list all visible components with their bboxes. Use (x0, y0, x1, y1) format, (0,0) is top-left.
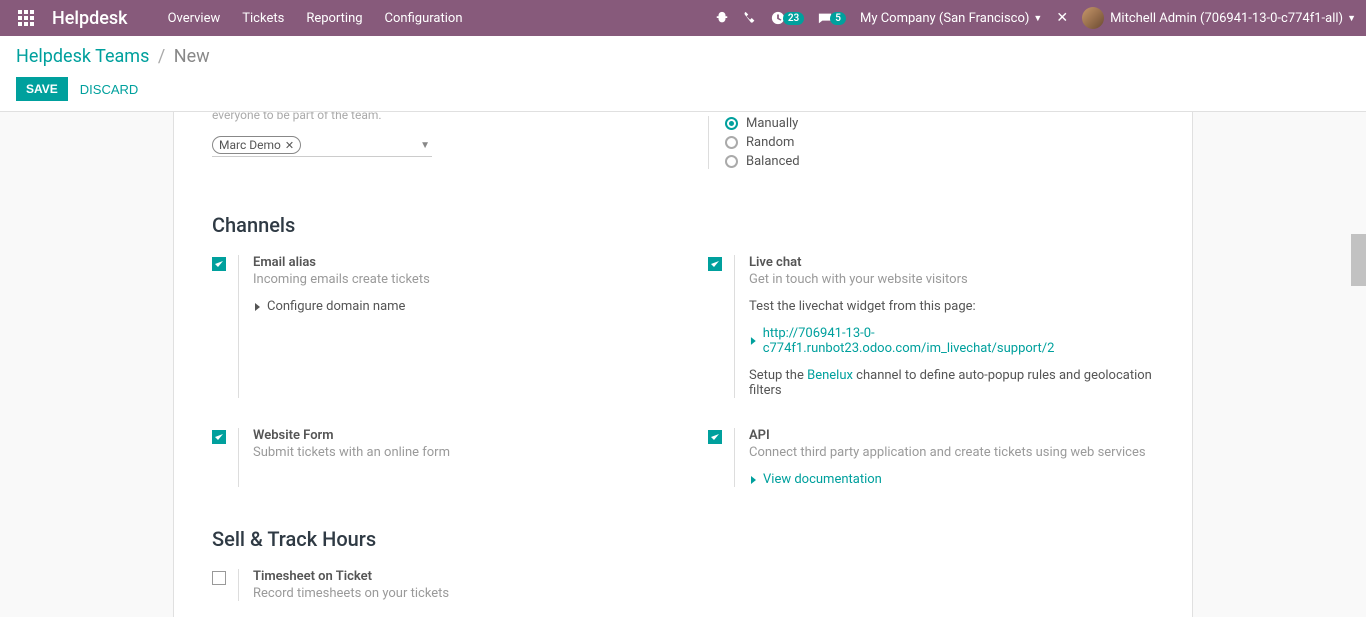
breadcrumb-current: New (174, 46, 210, 67)
checkbox-timesheet[interactable] (212, 571, 226, 585)
api-title: API (749, 428, 1154, 443)
email-alias-desc: Incoming emails create tickets (253, 272, 658, 287)
livechat-url-link[interactable]: http://706941-13-0-c774f1.runbot23.odoo.… (749, 326, 1154, 356)
chevron-down-icon: ▼ (1347, 13, 1356, 24)
radio-manually[interactable]: Manually (725, 116, 1154, 131)
checkbox-email-alias[interactable] (212, 257, 226, 271)
breadcrumb: Helpdesk Teams / New (16, 46, 1350, 67)
website-form-title: Website Form (253, 428, 658, 443)
assignment-method-group: Manually Random Balanced (708, 116, 1154, 169)
chevron-down-icon: ▼ (1033, 13, 1042, 24)
form-sheet: everyone to be part of the team. Marc De… (173, 112, 1193, 617)
configure-domain-link[interactable]: Configure domain name (253, 299, 658, 314)
tag-marc-demo: Marc Demo ✕ (212, 136, 301, 154)
team-members-input[interactable]: Marc Demo ✕ ▼ (212, 134, 432, 157)
form-scroll-area[interactable]: everyone to be part of the team. Marc De… (0, 112, 1366, 617)
save-button[interactable]: SAVE (16, 77, 68, 101)
messages-count: 5 (830, 12, 846, 25)
radio-icon (725, 136, 738, 149)
phone-icon[interactable] (743, 11, 757, 25)
livechat-desc: Get in touch with your website visitors (749, 272, 1154, 287)
section-channels: Channels (212, 213, 1154, 237)
debug-icon[interactable] (715, 11, 729, 25)
user-menu[interactable]: Mitchell Admin (706941-13-0-c774f1-all)▼ (1082, 7, 1356, 29)
avatar (1082, 7, 1104, 29)
email-alias-title: Email alias (253, 255, 658, 270)
api-desc: Connect third party application and crea… (749, 445, 1154, 460)
app-brand[interactable]: Helpdesk (52, 8, 128, 29)
control-panel: Helpdesk Teams / New SAVE DISCARD (0, 36, 1366, 112)
radio-balanced[interactable]: Balanced (725, 154, 1154, 169)
radio-icon (725, 117, 738, 130)
checkbox-website-form[interactable] (212, 430, 226, 444)
team-members-hint: everyone to be part of the team. (212, 112, 658, 122)
chevron-down-icon[interactable]: ▼ (420, 140, 430, 151)
website-form-desc: Submit tickets with an online form (253, 445, 658, 460)
nav-tickets[interactable]: Tickets (242, 11, 284, 26)
discard-button[interactable]: DISCARD (80, 82, 139, 97)
nav-reporting[interactable]: Reporting (306, 11, 362, 26)
radio-icon (725, 155, 738, 168)
livechat-setup-text: Setup the Benelux channel to define auto… (749, 368, 1154, 398)
livechat-title: Live chat (749, 255, 1154, 270)
livechat-test-label: Test the livechat widget from this page: (749, 299, 1154, 314)
activities-icon[interactable]: 23 (771, 11, 804, 25)
timesheet-desc: Record timesheets on your tickets (253, 586, 658, 601)
scrollbar-thumb[interactable] (1351, 234, 1366, 286)
close-icon[interactable]: ✕ (1056, 10, 1068, 26)
nav-overview[interactable]: Overview (168, 11, 221, 26)
benelux-channel-link[interactable]: Benelux (807, 368, 853, 383)
checkbox-live-chat[interactable] (708, 257, 722, 271)
nav-configuration[interactable]: Configuration (385, 11, 463, 26)
radio-random[interactable]: Random (725, 135, 1154, 150)
breadcrumb-parent[interactable]: Helpdesk Teams (16, 46, 149, 67)
activities-count: 23 (783, 12, 804, 25)
top-navbar: Helpdesk Overview Tickets Reporting Conf… (0, 0, 1366, 36)
tag-remove-icon[interactable]: ✕ (285, 139, 294, 152)
api-doc-link[interactable]: View documentation (749, 472, 1154, 487)
messages-icon[interactable]: 5 (818, 11, 846, 25)
section-sell-track-hours: Sell & Track Hours (212, 527, 1154, 551)
timesheet-title: Timesheet on Ticket (253, 569, 658, 584)
apps-icon[interactable] (10, 2, 42, 34)
checkbox-api[interactable] (708, 430, 722, 444)
company-switcher[interactable]: My Company (San Francisco)▼ (860, 11, 1042, 26)
